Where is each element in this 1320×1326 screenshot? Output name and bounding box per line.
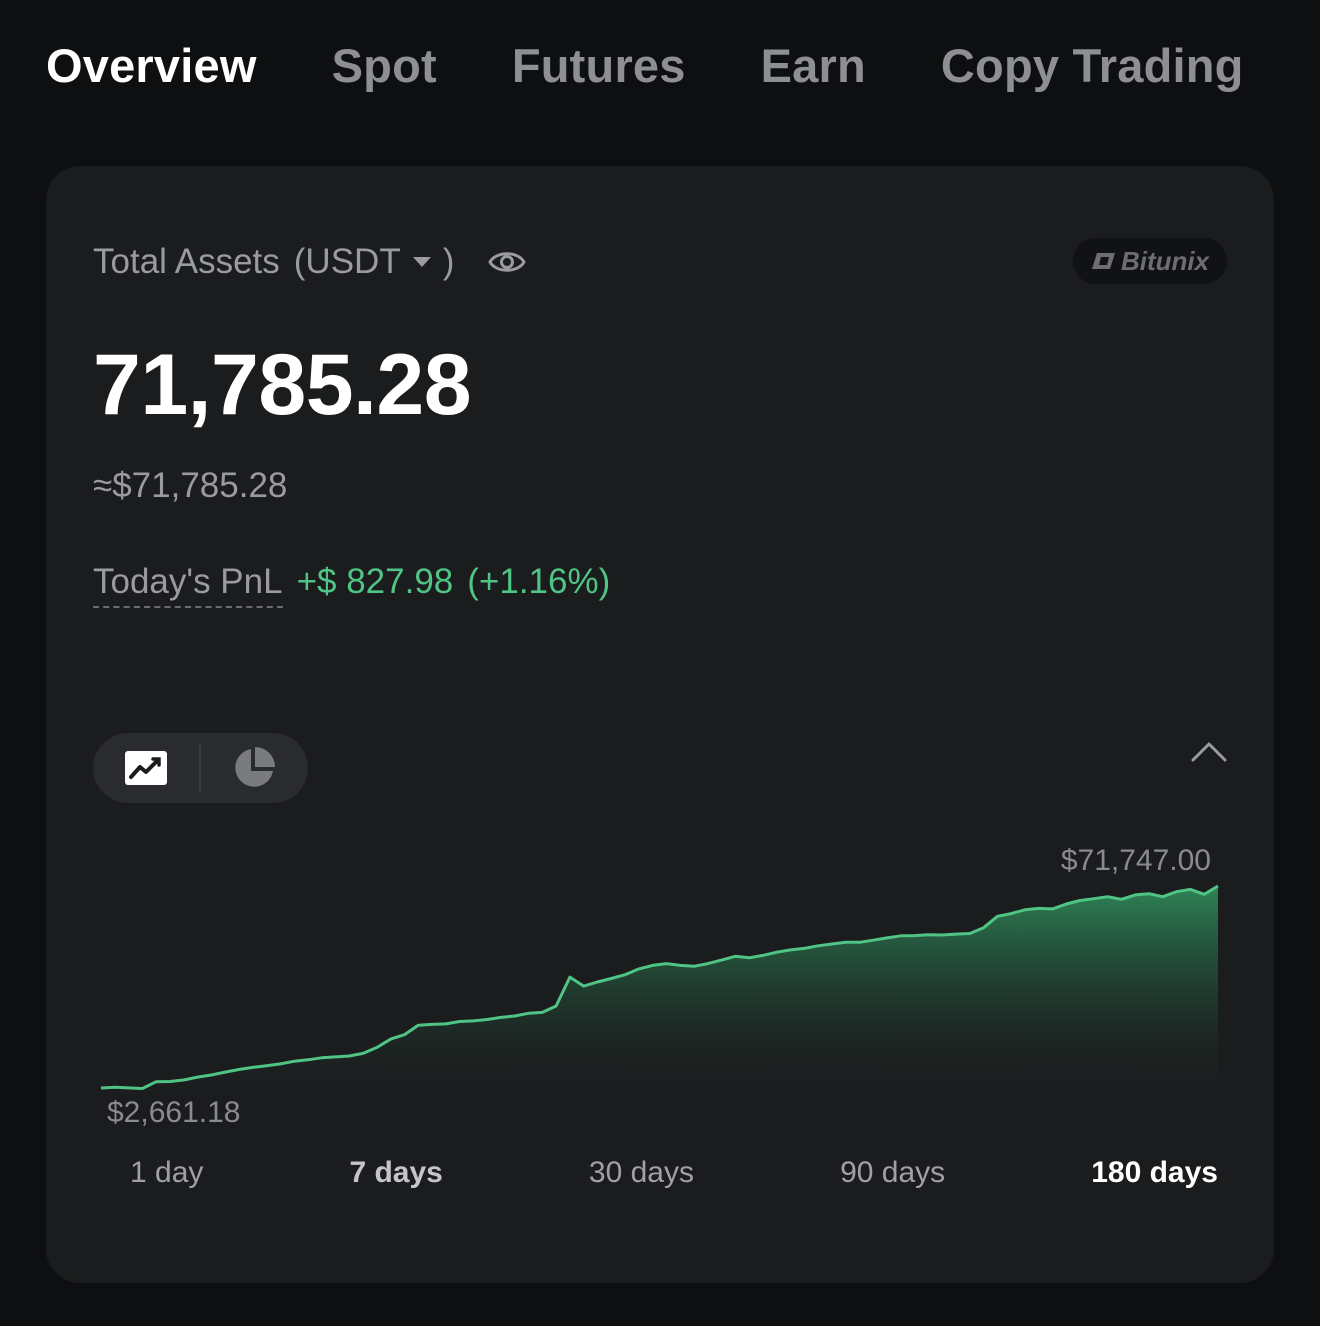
pnl-percent: (+1.16%): [467, 562, 611, 601]
range-selector: 1 day 7 days 30 days 90 days 180 days: [103, 1156, 1218, 1190]
tab-earn[interactable]: Earn: [761, 38, 866, 93]
line-chart-icon: [125, 751, 167, 785]
range-90-days[interactable]: 90 days: [812, 1156, 973, 1190]
currency-selector[interactable]: (USDT ): [294, 242, 455, 282]
currency-label: (USDT: [293, 242, 401, 281]
currency-close: ): [442, 242, 455, 281]
chart-max-label: $71,747.00: [1060, 844, 1211, 877]
pie-chart-button[interactable]: [201, 733, 307, 803]
pnl-value: +$ 827.98: [296, 562, 454, 601]
pnl-label[interactable]: Today's PnL: [93, 562, 283, 608]
chart-type-toggle: [93, 733, 308, 803]
chart-min-label: $2,661.18: [107, 1096, 241, 1129]
brand-logo-icon: [1091, 253, 1115, 269]
assets-card: Total Assets (USDT ) Bitunix 71,785.28 ≈…: [46, 166, 1274, 1283]
brand-badge: Bitunix: [1073, 238, 1227, 284]
total-assets-label: Total Assets: [93, 242, 280, 281]
eye-icon[interactable]: [488, 243, 527, 281]
total-assets-header: Total Assets (USDT ): [93, 238, 527, 286]
total-assets-value: 71,785.28: [93, 337, 472, 433]
tab-overview[interactable]: Overview: [46, 38, 257, 93]
pie-chart-icon: [235, 747, 275, 787]
tab-copy-trading[interactable]: Copy Trading: [941, 38, 1244, 93]
range-180-days[interactable]: 180 days: [1063, 1156, 1218, 1190]
line-chart-button[interactable]: [93, 733, 199, 803]
range-30-days[interactable]: 30 days: [561, 1156, 722, 1190]
chart-area-fill: [101, 886, 1218, 1106]
total-assets-usd: ≈$71,785.28: [93, 466, 288, 505]
tab-spot[interactable]: Spot: [332, 38, 437, 93]
tab-futures[interactable]: Futures: [512, 38, 686, 93]
brand-name: Bitunix: [1120, 245, 1210, 276]
range-1-day[interactable]: 1 day: [103, 1156, 231, 1190]
caret-down-icon: [412, 257, 431, 267]
pnl-row: Today's PnL +$ 827.98 (+1.16%): [93, 562, 610, 608]
tab-bar: Overview Spot Futures Earn Copy Trading: [46, 34, 1244, 96]
chevron-up-icon[interactable]: [1190, 736, 1228, 766]
range-7-days[interactable]: 7 days: [321, 1156, 470, 1190]
chart-series-line: [100, 884, 1219, 1090]
